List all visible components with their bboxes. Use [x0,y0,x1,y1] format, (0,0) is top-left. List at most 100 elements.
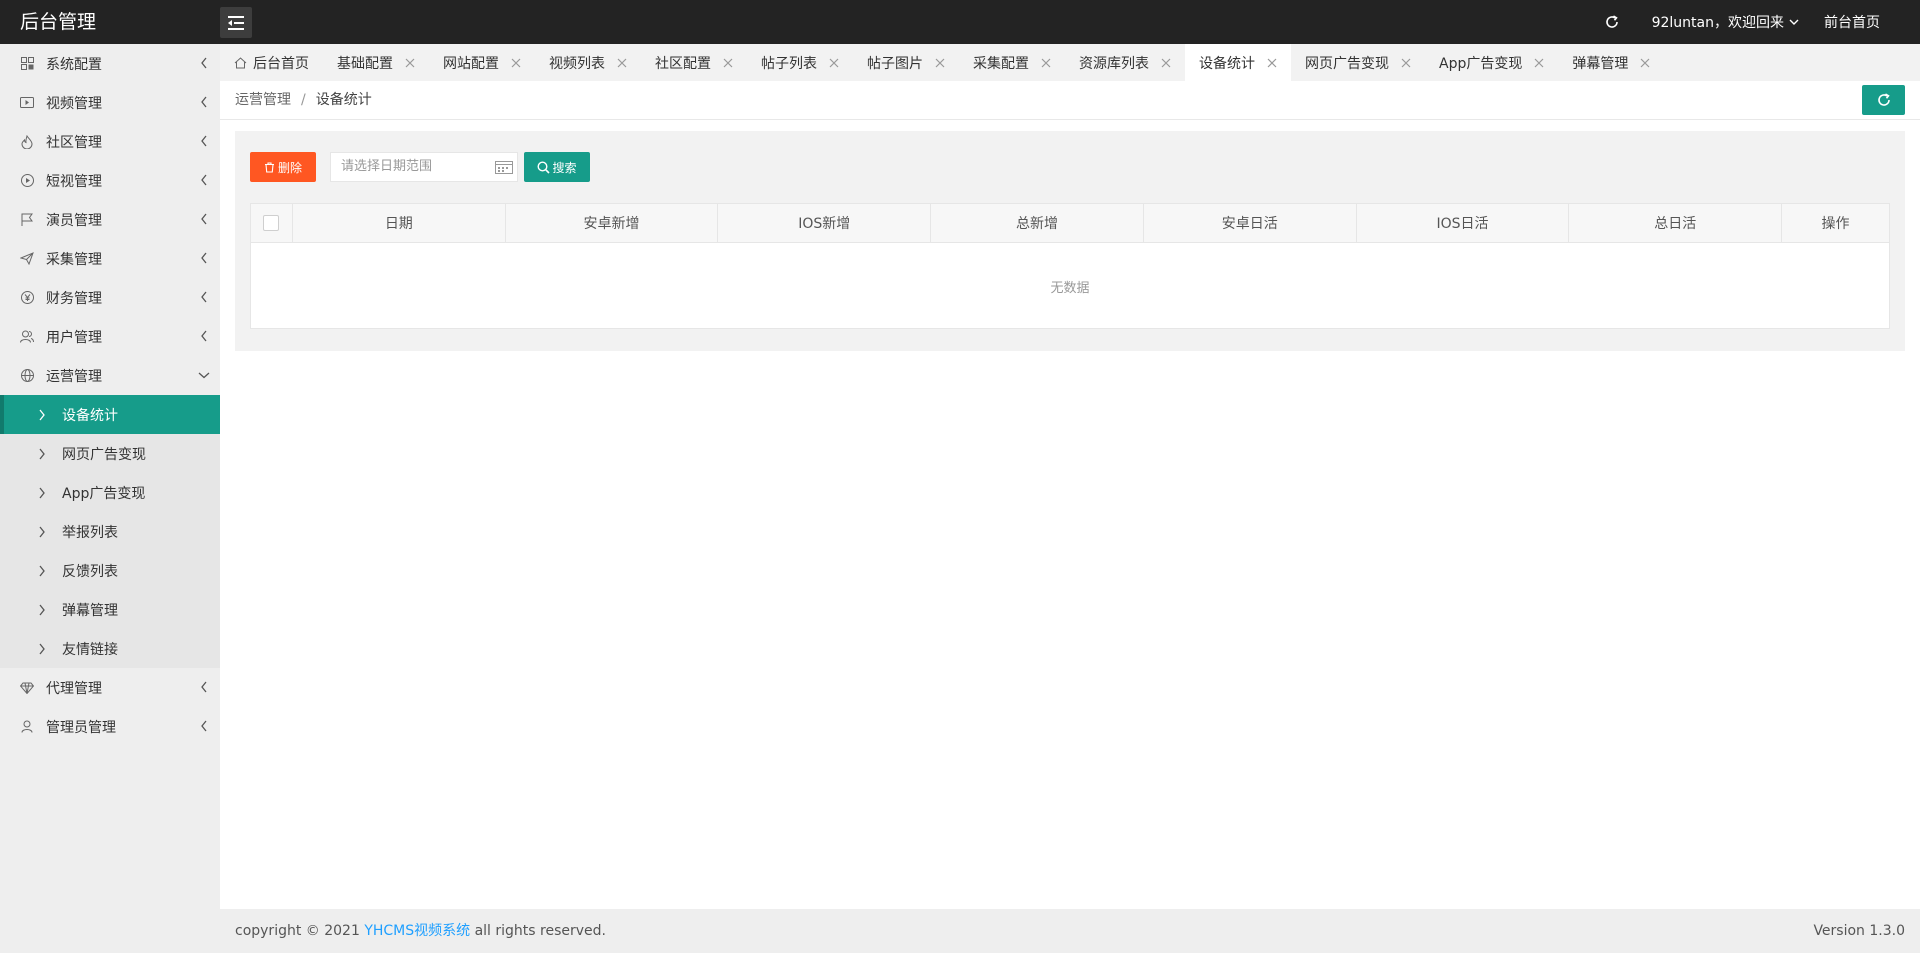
tab-home[interactable]: 后台首页 [220,44,323,81]
chevron-right-icon [36,526,48,538]
front-home-link[interactable]: 前台首页 [1824,12,1880,32]
top-header: 后台管理 92luntan，欢迎回来 前台首页 [0,0,1920,44]
search-button-label: 搜索 [552,160,577,175]
column-header[interactable]: 安卓日活 [1144,204,1357,242]
sidebar-item-label: 系统配置 [46,56,102,73]
tab-label: 设备统计 [1199,55,1255,72]
close-icon[interactable] [1161,58,1171,68]
select-all-checkbox[interactable] [263,215,280,231]
sidebar-subitem-label: 友情链接 [62,641,118,658]
close-icon[interactable] [935,58,945,68]
fire-icon [20,134,34,149]
sidebar-item-finance[interactable]: 财务管理 [0,278,220,317]
close-icon[interactable] [1534,58,1544,68]
flag-icon [20,213,34,227]
home-icon [234,56,247,69]
close-icon[interactable] [617,58,627,68]
sidebar-subitem-danmaku[interactable]: 弹幕管理 [0,590,220,629]
date-range-input[interactable]: 请选择日期范围 [330,152,518,182]
diamond-icon [20,681,34,695]
tab-label: App广告变现 [1439,55,1523,72]
tab-community-config[interactable]: 社区配置 [641,44,747,81]
column-header[interactable]: IOS新增 [718,204,932,242]
chevron-left-icon [198,135,210,147]
sidebar-item-users[interactable]: 用户管理 [0,317,220,356]
sidebar-item-system-config[interactable]: 系统配置 [0,44,220,83]
close-icon[interactable] [1640,58,1650,68]
sidebar-item-agents[interactable]: 代理管理 [0,668,220,707]
sidebar-item-video[interactable]: 视频管理 [0,83,220,122]
chevron-left-icon [198,57,210,69]
sidebar-subitem-app-ads[interactable]: App广告变现 [0,473,220,512]
column-header[interactable]: 日期 [293,204,506,242]
close-icon[interactable] [1041,58,1051,68]
tab-label: 帖子列表 [761,55,817,72]
sidebar-subitem-friend-links[interactable]: 友情链接 [0,629,220,668]
close-icon[interactable] [1401,58,1411,68]
sidebar-subitem-reports[interactable]: 举报列表 [0,512,220,551]
delete-button[interactable]: 删除 [250,152,316,182]
tab-device-stats[interactable]: 设备统计 [1185,44,1291,81]
sidebar-item-label: 管理员管理 [46,719,116,736]
play-icon [20,174,34,188]
sidebar-item-collect[interactable]: 采集管理 [0,239,220,278]
chevron-right-icon [36,487,48,499]
device-stats-table: 日期 安卓新增 IOS新增 总新增 安卓日活 IOS日活 总日活 操作 无数据 [250,203,1890,329]
tab-app-ads[interactable]: App广告变现 [1425,44,1558,81]
column-header[interactable]: 总新增 [931,204,1144,242]
sidebar-item-actors[interactable]: 演员管理 [0,200,220,239]
breadcrumb: 运营管理 / 设备统计 [235,81,372,120]
sidebar-item-operations[interactable]: 运营管理 [0,356,220,395]
chevron-right-icon [36,604,48,616]
search-button[interactable]: 搜索 [524,152,590,182]
sidebar-subitem-feedback[interactable]: 反馈列表 [0,551,220,590]
sidebar-item-label: 代理管理 [46,680,102,697]
sidebar-subitem-label: 举报列表 [62,524,118,541]
tab-post-list[interactable]: 帖子列表 [747,44,853,81]
tab-site-config[interactable]: 网站配置 [429,44,535,81]
chevron-right-icon [36,448,48,460]
tab-basic-config[interactable]: 基础配置 [323,44,429,81]
tab-collect-config[interactable]: 采集配置 [959,44,1065,81]
chevron-right-icon [36,643,48,655]
menu-fold-icon [228,15,244,30]
brand-link[interactable]: YHCMS视频系统 [364,923,470,939]
copyright: copyright © 2021 YHCMS视频系统 all rights re… [235,909,606,953]
sidebar-item-community[interactable]: 社区管理 [0,122,220,161]
refresh-icon [1877,93,1890,106]
close-icon[interactable] [829,58,839,68]
column-header[interactable]: 总日活 [1569,204,1783,242]
sidebar-item-label: 演员管理 [46,212,102,229]
delete-button-label: 删除 [277,160,302,175]
column-header[interactable]: IOS日活 [1357,204,1570,242]
tab-post-images[interactable]: 帖子图片 [853,44,959,81]
calendar-icon[interactable] [495,159,513,175]
users-icon [20,330,34,344]
menu-toggle-button[interactable] [220,7,252,38]
tab-label: 后台首页 [253,55,309,72]
user-menu[interactable]: 92luntan，欢迎回来 [1652,12,1800,32]
sidebar-item-short-video[interactable]: 短视管理 [0,161,220,200]
footer: copyright © 2021 YHCMS视频系统 all rights re… [220,909,1920,953]
tab-label: 弹幕管理 [1572,55,1629,72]
tab-resource-list[interactable]: 资源库列表 [1065,44,1185,81]
tab-web-ads[interactable]: 网页广告变现 [1291,44,1425,81]
tab-label: 社区配置 [655,55,711,72]
page-refresh-button[interactable] [1862,85,1905,115]
chevron-right-icon [36,565,48,577]
search-icon [537,160,551,174]
breadcrumb-parent[interactable]: 运营管理 [235,92,291,108]
tab-video-list[interactable]: 视频列表 [535,44,641,81]
column-header[interactable]: 安卓新增 [506,204,719,242]
close-icon[interactable] [1267,58,1277,68]
close-icon[interactable] [511,58,521,68]
sidebar-subitem-web-ads[interactable]: 网页广告变现 [0,434,220,473]
close-icon[interactable] [723,58,733,68]
tab-danmaku[interactable]: 弹幕管理 [1558,44,1664,81]
chevron-down-icon [198,369,210,381]
sidebar-subitem-device-stats[interactable]: 设备统计 [0,395,220,434]
sidebar-item-admins[interactable]: 管理员管理 [0,707,220,746]
close-icon[interactable] [405,58,415,68]
sidebar-item-label: 采集管理 [46,251,102,268]
refresh-button[interactable] [1602,12,1622,32]
